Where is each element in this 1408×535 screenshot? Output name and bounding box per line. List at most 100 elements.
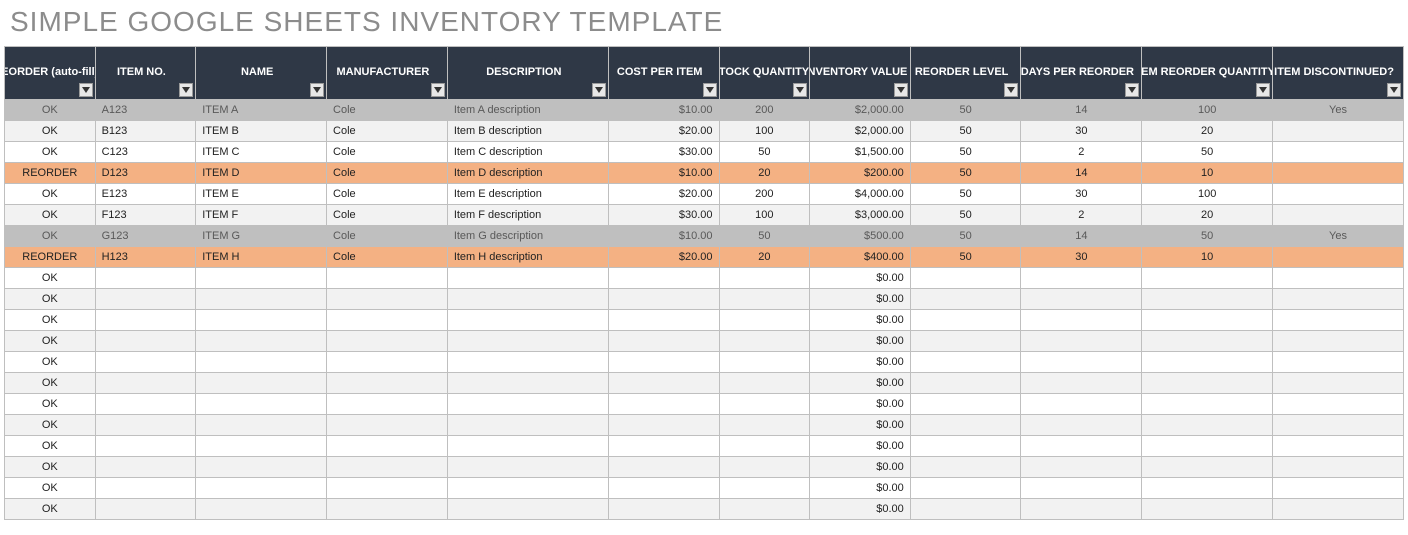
cell-reorder_qty[interactable] <box>1142 331 1273 352</box>
cell-manufacturer[interactable] <box>327 499 448 520</box>
cell-stock[interactable]: 50 <box>719 226 810 247</box>
cell-item_no[interactable] <box>95 331 196 352</box>
column-header[interactable]: REORDER LEVEL <box>910 47 1021 100</box>
cell-manufacturer[interactable]: Cole <box>327 184 448 205</box>
column-header[interactable]: COST PER ITEM <box>608 47 719 100</box>
cell-stock[interactable]: 100 <box>719 205 810 226</box>
cell-reorder[interactable]: OK <box>5 373 96 394</box>
cell-discontinued[interactable] <box>1273 142 1404 163</box>
cell-days[interactable] <box>1021 499 1142 520</box>
cell-days[interactable] <box>1021 394 1142 415</box>
cell-days[interactable] <box>1021 415 1142 436</box>
cell-stock[interactable] <box>719 478 810 499</box>
cell-reorder[interactable]: OK <box>5 142 96 163</box>
cell-cost[interactable]: $10.00 <box>608 226 719 247</box>
cell-name[interactable] <box>196 478 327 499</box>
cell-value[interactable]: $0.00 <box>810 478 911 499</box>
cell-cost[interactable]: $10.00 <box>608 163 719 184</box>
cell-stock[interactable] <box>719 373 810 394</box>
cell-description[interactable] <box>447 499 608 520</box>
cell-cost[interactable] <box>608 373 719 394</box>
cell-days[interactable] <box>1021 310 1142 331</box>
cell-stock[interactable]: 20 <box>719 247 810 268</box>
cell-cost[interactable] <box>608 331 719 352</box>
cell-cost[interactable] <box>608 394 719 415</box>
cell-stock[interactable] <box>719 436 810 457</box>
cell-reorder_qty[interactable] <box>1142 436 1273 457</box>
cell-name[interactable]: ITEM A <box>196 100 327 121</box>
cell-stock[interactable] <box>719 394 810 415</box>
cell-reorder[interactable]: OK <box>5 415 96 436</box>
cell-reorder_level[interactable] <box>910 331 1021 352</box>
filter-dropdown-icon[interactable] <box>1387 83 1401 97</box>
cell-stock[interactable] <box>719 415 810 436</box>
cell-cost[interactable] <box>608 457 719 478</box>
cell-discontinued[interactable]: Yes <box>1273 226 1404 247</box>
cell-reorder_level[interactable] <box>910 289 1021 310</box>
cell-reorder_qty[interactable]: 10 <box>1142 163 1273 184</box>
cell-reorder_qty[interactable] <box>1142 310 1273 331</box>
cell-reorder[interactable]: OK <box>5 310 96 331</box>
cell-discontinued[interactable] <box>1273 478 1404 499</box>
cell-reorder[interactable]: OK <box>5 478 96 499</box>
cell-item_no[interactable] <box>95 436 196 457</box>
cell-description[interactable] <box>447 331 608 352</box>
cell-manufacturer[interactable]: Cole <box>327 163 448 184</box>
cell-name[interactable]: ITEM F <box>196 205 327 226</box>
cell-cost[interactable]: $20.00 <box>608 121 719 142</box>
cell-days[interactable] <box>1021 268 1142 289</box>
cell-description[interactable] <box>447 457 608 478</box>
cell-stock[interactable] <box>719 268 810 289</box>
cell-item_no[interactable] <box>95 478 196 499</box>
cell-discontinued[interactable] <box>1273 352 1404 373</box>
cell-reorder_qty[interactable] <box>1142 373 1273 394</box>
cell-discontinued[interactable] <box>1273 310 1404 331</box>
filter-dropdown-icon[interactable] <box>79 83 93 97</box>
cell-value[interactable]: $0.00 <box>810 457 911 478</box>
cell-days[interactable]: 14 <box>1021 100 1142 121</box>
cell-reorder_level[interactable]: 50 <box>910 142 1021 163</box>
cell-reorder[interactable]: OK <box>5 205 96 226</box>
cell-name[interactable]: ITEM B <box>196 121 327 142</box>
cell-item_no[interactable]: A123 <box>95 100 196 121</box>
cell-reorder_qty[interactable] <box>1142 289 1273 310</box>
cell-days[interactable]: 14 <box>1021 226 1142 247</box>
cell-description[interactable]: Item C description <box>447 142 608 163</box>
cell-value[interactable]: $2,000.00 <box>810 100 911 121</box>
cell-days[interactable] <box>1021 352 1142 373</box>
cell-stock[interactable] <box>719 457 810 478</box>
cell-value[interactable]: $0.00 <box>810 436 911 457</box>
cell-reorder_qty[interactable] <box>1142 478 1273 499</box>
cell-reorder_qty[interactable] <box>1142 457 1273 478</box>
cell-description[interactable] <box>447 268 608 289</box>
cell-manufacturer[interactable] <box>327 478 448 499</box>
cell-item_no[interactable]: C123 <box>95 142 196 163</box>
cell-value[interactable]: $0.00 <box>810 373 911 394</box>
cell-value[interactable]: $4,000.00 <box>810 184 911 205</box>
cell-manufacturer[interactable]: Cole <box>327 205 448 226</box>
cell-description[interactable]: Item D description <box>447 163 608 184</box>
filter-dropdown-icon[interactable] <box>592 83 606 97</box>
cell-reorder_qty[interactable]: 20 <box>1142 121 1273 142</box>
filter-dropdown-icon[interactable] <box>1004 83 1018 97</box>
column-header[interactable]: DESCRIPTION <box>447 47 608 100</box>
cell-discontinued[interactable] <box>1273 184 1404 205</box>
cell-cost[interactable] <box>608 289 719 310</box>
cell-reorder_qty[interactable]: 50 <box>1142 226 1273 247</box>
filter-dropdown-icon[interactable] <box>1256 83 1270 97</box>
cell-stock[interactable]: 100 <box>719 121 810 142</box>
cell-stock[interactable]: 20 <box>719 163 810 184</box>
cell-stock[interactable] <box>719 499 810 520</box>
column-header[interactable]: ITEM REORDER QUANTITY <box>1142 47 1273 100</box>
cell-reorder[interactable]: OK <box>5 268 96 289</box>
cell-reorder_qty[interactable] <box>1142 394 1273 415</box>
cell-manufacturer[interactable] <box>327 394 448 415</box>
cell-value[interactable]: $400.00 <box>810 247 911 268</box>
cell-discontinued[interactable] <box>1273 457 1404 478</box>
cell-stock[interactable]: 200 <box>719 100 810 121</box>
cell-reorder_level[interactable] <box>910 499 1021 520</box>
column-header[interactable]: MANUFACTURER <box>327 47 448 100</box>
cell-days[interactable]: 14 <box>1021 163 1142 184</box>
cell-value[interactable]: $0.00 <box>810 352 911 373</box>
cell-description[interactable]: Item F description <box>447 205 608 226</box>
